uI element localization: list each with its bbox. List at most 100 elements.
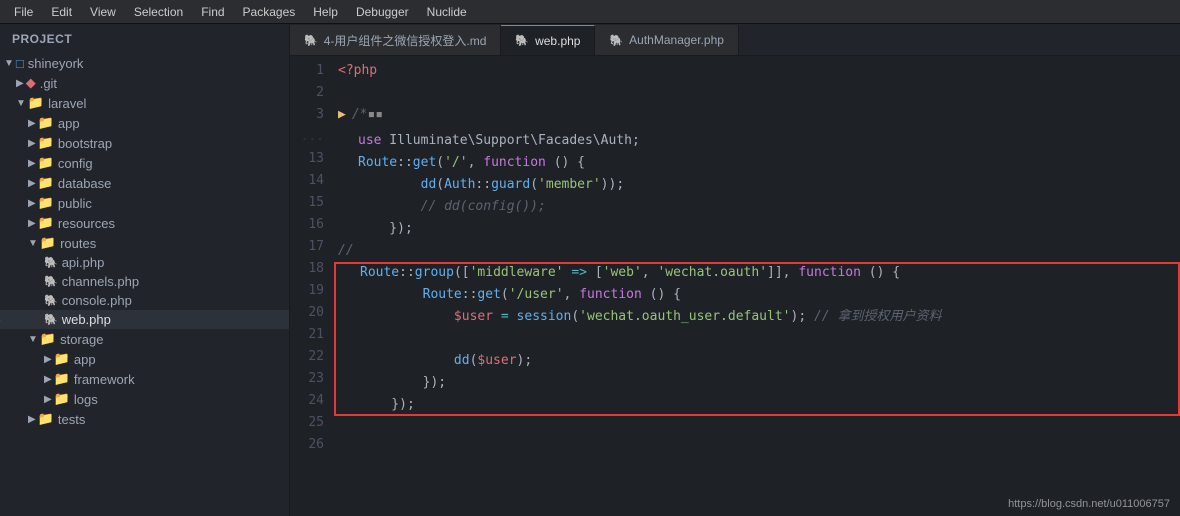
code-token: , [564,284,580,306]
code-token: 'middleware' [470,262,564,284]
sidebar-item-logs[interactable]: ▶ 📁 logs [0,389,289,409]
sidebar-item-shineyork[interactable]: ▼ □ shineyork [0,54,289,73]
code-token: // [338,240,354,262]
tab-label: 4-用户组件之微信授权登入.md [324,32,487,49]
sidebar-item-label: resources [58,216,115,231]
code-line-22 [338,328,1180,350]
menu-selection[interactable]: Selection [126,3,191,21]
code-body[interactable]: <?php ▶ /*▪▪ use Illuminate\Support\Faca… [334,56,1180,516]
code-token: Illuminate\Support\Facades\Auth; [381,130,639,152]
code-line-18: // [338,240,1180,262]
code-token [358,174,421,196]
code-line-25: }); [338,394,1180,416]
sidebar-item-storage-app[interactable]: ▶ 📁 app [0,349,289,369]
menu-debugger[interactable]: Debugger [348,3,417,21]
code-token: Auth [444,174,475,196]
code-token: get [413,152,436,174]
sidebar-item-app[interactable]: ▶ 📁 app [0,113,289,133]
code-token: ( [571,306,579,328]
code-token: '/user' [509,284,564,306]
code-token: ); [517,350,533,372]
code-token: () { [861,262,900,284]
sidebar-item-framework[interactable]: ▶ 📁 framework [0,369,289,389]
menu-edit[interactable]: Edit [43,3,80,21]
sidebar-item-console-php[interactable]: 🐘 console.php [0,291,289,310]
folder-icon: 📁 [54,391,70,407]
sidebar-item-bootstrap[interactable]: ▶ 📁 bootstrap [0,133,289,153]
sidebar-item-public[interactable]: ▶ 📁 public [0,193,289,213]
sidebar-title: Project [0,24,289,54]
tab-bar: 🐘 4-用户组件之微信授权登入.md 🐘 web.php 🐘 AuthManag… [290,24,1180,56]
code-token: () { [642,284,681,306]
folder-icon: 📁 [54,371,70,387]
watermark: https://blog.csdn.net/u011006757 [1008,498,1170,510]
code-token: function [798,262,861,284]
code-token: , [468,152,484,174]
code-line-24: }); [338,372,1180,394]
menu-help[interactable]: Help [305,3,346,21]
tab-label: AuthManager.php [629,33,724,47]
code-token: Route [423,284,462,306]
arrow-icon: ▶ [338,104,346,126]
code-token: ( [436,152,444,174]
menu-view[interactable]: View [82,3,124,21]
sidebar-item-web-php[interactable]: 🐘 web.php [0,310,289,329]
code-line-3: ▶ /*▪▪ [338,104,1180,126]
php-file-icon: 🐘 [44,313,58,326]
sidebar-item-routes[interactable]: ▼ 📁 routes [0,233,289,253]
sidebar-item-label: shineyork [28,56,84,71]
code-token: <?php [338,60,377,82]
sidebar-item-label: .git [40,76,57,91]
sidebar-item-database[interactable]: ▶ 📁 database [0,173,289,193]
chevron-right-icon: ▶ [28,178,36,189]
highlighted-block: Route :: group ([ 'middleware' => [ 'web… [338,262,1180,416]
code-token: () { [546,152,585,174]
code-token: )); [601,174,624,196]
sidebar-item-label: tests [58,412,85,427]
chevron-down-icon: ▼ [28,334,38,345]
folder-icon: 📁 [38,411,54,427]
code-token: $user [477,350,516,372]
menubar: File Edit View Selection Find Packages H… [0,0,1180,24]
code-token: 'wechat.oauth_user.default' [579,306,790,328]
tab-md[interactable]: 🐘 4-用户组件之微信授权登入.md [290,25,501,55]
code-token: ( [501,284,509,306]
menu-packages[interactable]: Packages [235,3,304,21]
code-token: // 拿到授权用户资料 [806,306,941,328]
chevron-right-icon: ▶ [28,198,36,209]
tab-label: web.php [535,34,580,48]
code-line-14: Route :: get ( '/' , function () { [338,152,1180,174]
code-line-19: Route :: group ([ 'middleware' => [ 'web… [338,262,1180,284]
code-token: :: [462,284,478,306]
sidebar-item-resources[interactable]: ▶ 📁 resources [0,213,289,233]
code-token: session [517,306,572,328]
code-token: use [358,130,381,152]
main-layout: Project ▼ □ shineyork ▶ ◆ .git ▼ 📁 larav… [0,24,1180,516]
sidebar-item-git[interactable]: ▶ ◆ .git [0,73,289,93]
code-token: 'member' [538,174,601,196]
tab-web-php[interactable]: 🐘 web.php [501,25,595,55]
sidebar-item-storage[interactable]: ▼ 📁 storage [0,329,289,349]
sidebar-item-config[interactable]: ▶ 📁 config [0,153,289,173]
code-token: group [415,262,454,284]
code-token: 'wechat.oauth' [657,262,767,284]
sidebar-item-tests[interactable]: ▶ 📁 tests [0,409,289,429]
sidebar-item-label: framework [74,372,135,387]
sidebar-item-api-php[interactable]: 🐘 api.php [0,253,289,272]
chevron-down-icon: ▼ [4,58,14,69]
tab-auth-manager[interactable]: 🐘 AuthManager.php [595,25,738,55]
folder-icon: 📁 [38,135,54,151]
menu-nuclide[interactable]: Nuclide [419,3,475,21]
code-token [360,284,423,306]
menu-file[interactable]: File [6,3,41,21]
sidebar-item-label: api.php [62,255,105,270]
code-line-23: dd ( $user ); [338,350,1180,372]
menu-find[interactable]: Find [193,3,232,21]
code-token: dd [421,174,437,196]
sidebar-item-laravel[interactable]: ▼ 📁 laravel [0,93,289,113]
sidebar-item-label: laravel [48,96,86,111]
code-line-2 [338,82,1180,104]
sidebar-item-channels-php[interactable]: 🐘 channels.php [0,272,289,291]
code-token: , [642,262,658,284]
folder-icon: 📁 [54,351,70,367]
